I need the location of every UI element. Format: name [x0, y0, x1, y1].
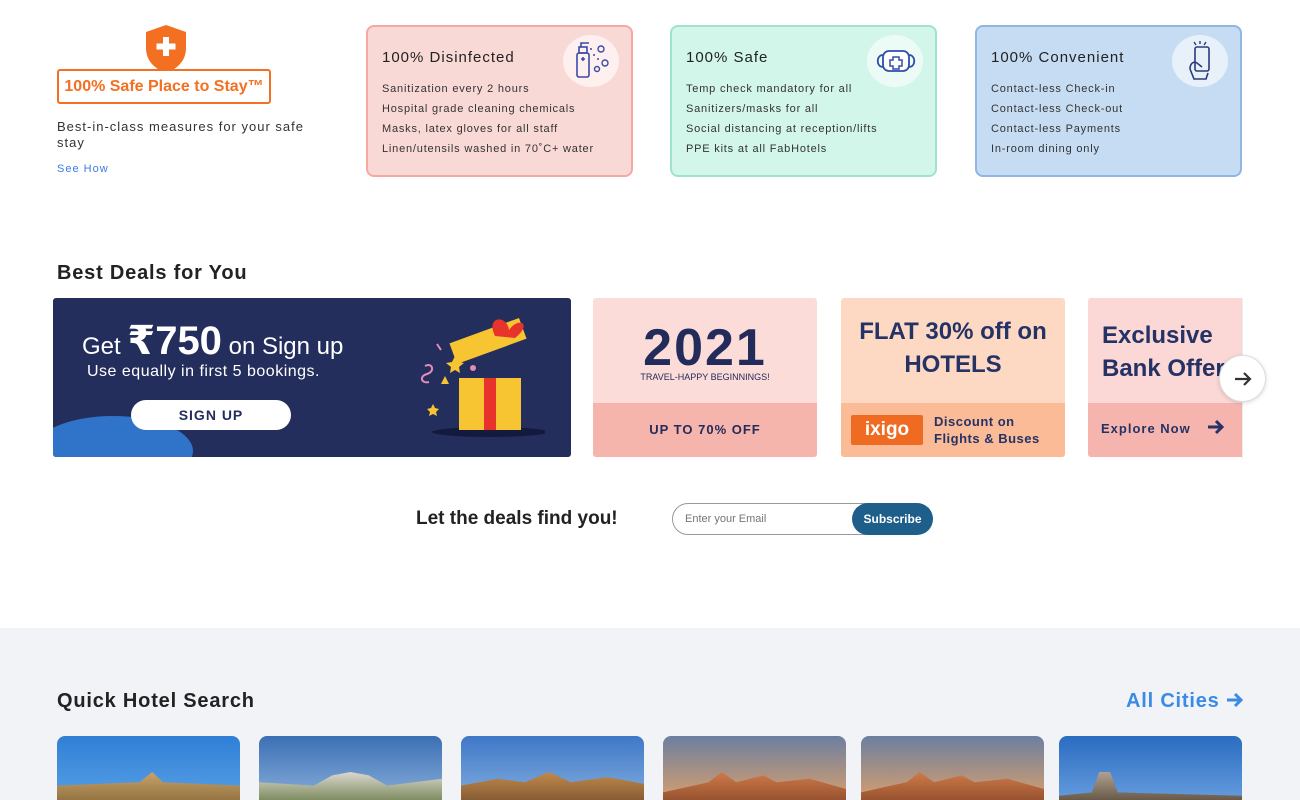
city-card[interactable] [1059, 736, 1242, 800]
carousel-next-button[interactable] [1219, 355, 1266, 402]
city-card[interactable] [259, 736, 442, 800]
city-card[interactable] [663, 736, 846, 800]
arrow-right-icon [1208, 419, 1225, 435]
feature-item: Contact-less Payments [991, 123, 1121, 135]
feature-item: In-room dining only [991, 143, 1100, 155]
card-safe: 100% Safe Temp check mandatory for all S… [670, 25, 937, 177]
feature-item: PPE kits at all FabHotels [686, 143, 828, 155]
signup-amount: ₹750 [127, 319, 222, 363]
signup-rest-text: on Sign up [221, 333, 344, 360]
deals-title: Best Deals for You [57, 262, 248, 284]
signup-get-text: Get [82, 333, 128, 360]
year-offer-label: UP TO 70% OFF [593, 403, 817, 457]
flat-headline-line: HOTELS [904, 351, 1002, 378]
bank-headline-line: Bank Offer [1102, 355, 1225, 382]
feature-item: Masks, latex gloves for all staff [382, 123, 558, 135]
bank-headline: Exclusive Bank Offer [1102, 319, 1225, 385]
city-card[interactable] [861, 736, 1044, 800]
flat-note: Discount on Flights & Buses [934, 413, 1040, 447]
subscribe-button[interactable]: Subscribe [852, 503, 933, 535]
safe-stay-badge: 100% Safe Place to Stay™ [57, 69, 271, 104]
city-card[interactable] [57, 736, 240, 800]
feature-item: Social distancing at reception/lifts [686, 123, 878, 135]
quick-search-title: Quick Hotel Search [57, 690, 255, 712]
card-features: Sanitization every 2 hours Hospital grad… [382, 79, 631, 159]
email-input[interactable] [672, 503, 872, 535]
sign-up-button[interactable]: SIGN UP [131, 400, 291, 430]
flat-footer: ixigo Discount on Flights & Buses [841, 403, 1065, 457]
flat-note-line: Discount on [934, 414, 1015, 429]
mask-icon [867, 35, 923, 87]
quick-hotel-search: Quick Hotel Search All Cities [0, 628, 1300, 800]
deal-signup-banner[interactable]: Get ₹750 on Sign up Use equally in first… [53, 298, 571, 457]
card-convenient: 100% Convenient Contact-less Check-in Co… [975, 25, 1242, 177]
deal-2021-banner[interactable]: 2021 TRAVEL-HAPPY BEGINNINGS! UP TO 70% … [593, 298, 817, 457]
explore-now-link[interactable]: Explore Now [1101, 421, 1191, 436]
feature-item: Hospital grade cleaning chemicals [382, 103, 576, 115]
card-features: Contact-less Check-in Contact-less Check… [991, 79, 1240, 159]
safety-description: Best-in-class measures for your safe sta… [57, 119, 304, 150]
subscribe-label: Let the deals find you! [416, 508, 618, 529]
flat-note-line: Flights & Buses [934, 431, 1040, 446]
deal-flat-banner[interactable]: FLAT 30% off on HOTELS ixigo Discount on… [841, 298, 1065, 457]
sanitizer-icon [563, 35, 619, 87]
all-cities-label: All Cities [1126, 690, 1220, 712]
arrow-right-icon [1235, 372, 1252, 386]
card-disinfected: 100% Disinfected Sanitization every 2 ho… [366, 25, 633, 177]
flat-headline: FLAT 30% off on HOTELS [841, 315, 1065, 381]
all-cities-link[interactable]: All Cities [1126, 690, 1244, 713]
feature-item: Linen/utensils washed in 70˚C+ water [382, 143, 594, 155]
gift-box-icon [421, 318, 545, 437]
contactless-phone-icon [1172, 35, 1228, 87]
see-how-link[interactable]: See How [57, 163, 109, 175]
flat-headline-line: FLAT 30% off on [859, 318, 1047, 345]
feature-item: Sanitizers/masks for all [686, 103, 819, 115]
ixigo-logo: ixigo [851, 415, 923, 445]
bank-headline-line: Exclusive [1102, 322, 1213, 349]
city-image [1059, 736, 1242, 800]
year-tagline: TRAVEL-HAPPY BEGINNINGS! [640, 372, 770, 382]
year-text: 2021 [643, 319, 767, 377]
city-card[interactable] [461, 736, 644, 800]
feature-item: Contact-less Check-out [991, 103, 1123, 115]
arrow-right-icon [1226, 692, 1243, 708]
signup-headline: Get ₹750 on Sign up [82, 318, 343, 364]
shield-plus-icon [146, 25, 186, 73]
signup-subtext: Use equally in first 5 bookings. [87, 363, 320, 380]
card-features: Temp check mandatory for all Sanitizers/… [686, 79, 935, 159]
